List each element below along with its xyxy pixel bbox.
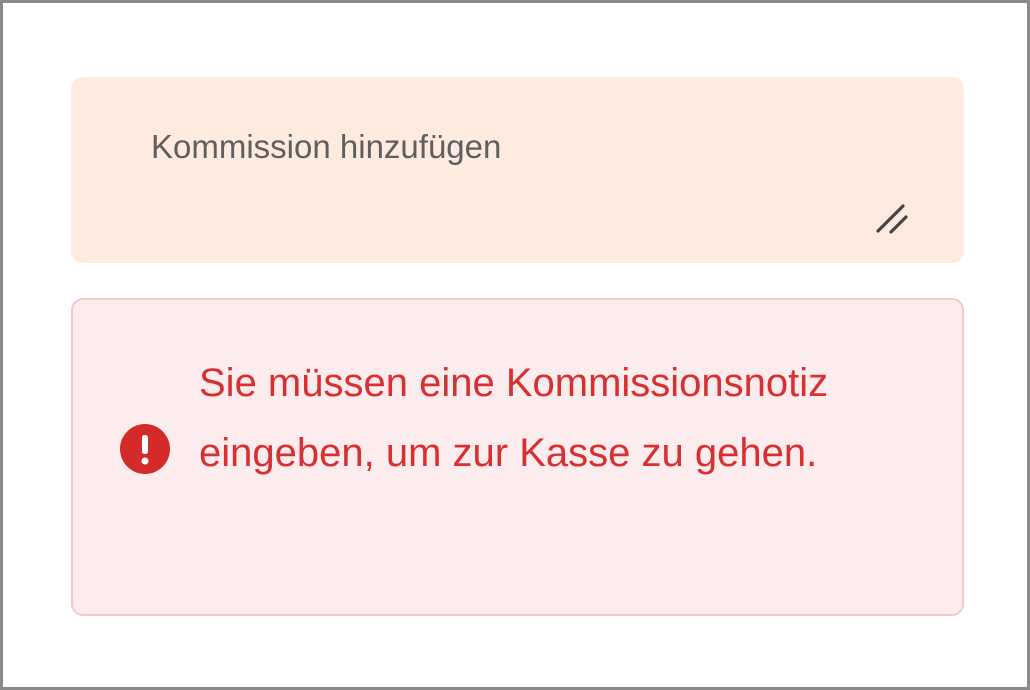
exclamation-circle-icon (120, 424, 170, 474)
commission-note-box[interactable] (71, 77, 964, 263)
error-message-text: Sie müssen eine Kommissionsnotiz eingebe… (199, 361, 829, 475)
resize-handle-icon[interactable] (875, 201, 911, 237)
dialog-frame: Sie müssen eine Kommissionsnotiz eingebe… (0, 0, 1030, 690)
commission-note-input[interactable] (71, 77, 964, 263)
